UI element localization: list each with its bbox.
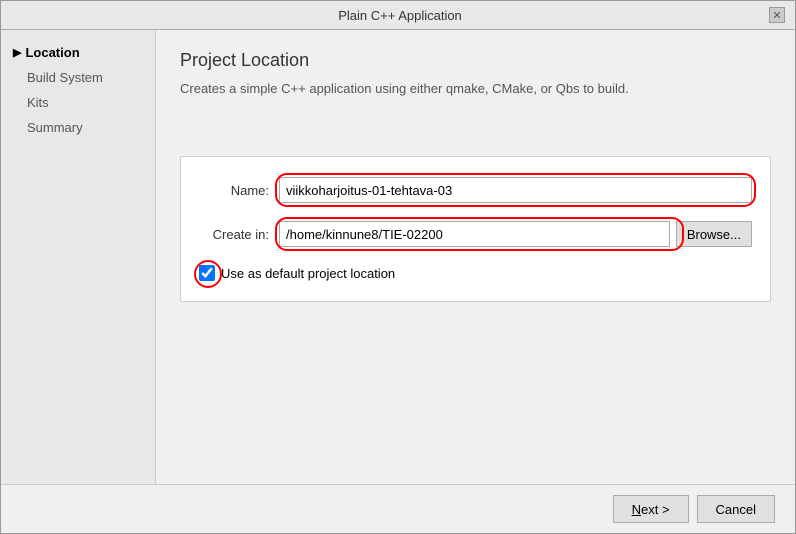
name-input-wrapper <box>279 177 752 203</box>
checkbox-wrapper <box>199 265 221 281</box>
cancel-button[interactable]: Cancel <box>697 495 775 523</box>
name-label: Name: <box>199 183 279 198</box>
create-in-row: Create in: Browse... <box>199 221 752 247</box>
dialog-footer: Next > Cancel <box>1 484 795 533</box>
title-bar: Plain C++ Application ✕ <box>1 1 795 30</box>
sidebar-item-summary[interactable]: Summary <box>1 115 155 140</box>
page-title: Project Location <box>180 50 771 71</box>
sidebar-item-label: Build System <box>27 70 103 85</box>
browse-button[interactable]: Browse... <box>676 221 752 247</box>
dialog: Plain C++ Application ✕ ▶ Location Build… <box>0 0 796 534</box>
sidebar-item-location[interactable]: ▶ Location <box>1 40 155 65</box>
default-location-label: Use as default project location <box>221 266 395 281</box>
arrow-icon: ▶ <box>13 46 21 59</box>
next-label-rest: ext > <box>641 502 670 517</box>
default-location-checkbox[interactable] <box>199 265 215 281</box>
default-location-row: Use as default project location <box>199 265 752 281</box>
dialog-title: Plain C++ Application <box>31 8 769 23</box>
sidebar-item-kits[interactable]: Kits <box>1 90 155 115</box>
create-in-wrapper: Browse... <box>279 221 752 247</box>
form-area: Name: Create in: Browse... <box>180 156 771 302</box>
name-input[interactable] <box>279 177 752 203</box>
close-button[interactable]: ✕ <box>769 7 785 23</box>
sidebar-item-label: Kits <box>27 95 49 110</box>
next-button[interactable]: Next > <box>613 495 689 523</box>
sidebar-item-label: Location <box>25 45 79 60</box>
sidebar: ▶ Location Build System Kits Summary <box>1 30 156 484</box>
page-description: Creates a simple C++ application using e… <box>180 81 771 96</box>
name-row: Name: <box>199 177 752 203</box>
create-in-input[interactable] <box>279 221 670 247</box>
content-area: Project Location Creates a simple C++ ap… <box>156 30 795 484</box>
create-in-label: Create in: <box>199 227 279 242</box>
sidebar-item-build-system[interactable]: Build System <box>1 65 155 90</box>
sidebar-item-label: Summary <box>27 120 83 135</box>
dialog-body: ▶ Location Build System Kits Summary Pro… <box>1 30 795 484</box>
